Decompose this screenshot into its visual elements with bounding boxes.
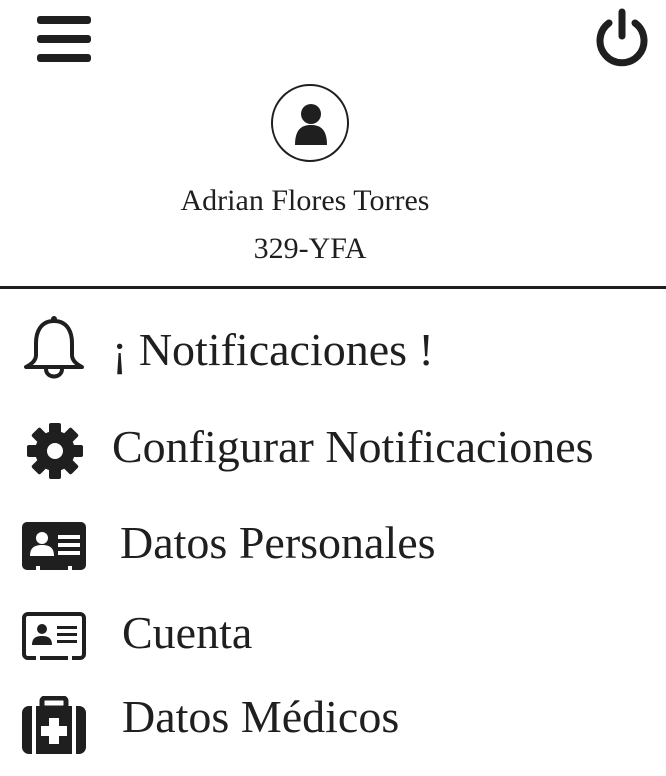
- menu-item-notificaciones[interactable]: ¡ Notificaciones !: [0, 305, 666, 385]
- menu-item-datos-personales[interactable]: Datos Personales: [0, 500, 666, 580]
- menu-item-label: Datos Personales: [120, 517, 436, 568]
- logout-button[interactable]: [592, 8, 652, 68]
- user-id: 329-YFA: [253, 232, 367, 265]
- menu-item-configurar-notificaciones[interactable]: Configurar Notificaciones: [0, 400, 666, 480]
- power-icon: [596, 8, 648, 67]
- user-icon: [295, 104, 327, 145]
- menu-item-label: Configurar Notificaciones: [112, 421, 594, 472]
- user-name: Adrian Flores Torres: [180, 184, 430, 217]
- menu-item-cuenta[interactable]: Cuenta: [0, 590, 666, 670]
- bell-icon: [22, 315, 86, 386]
- menu-item-datos-medicos[interactable]: Datos Médicos: [0, 676, 666, 756]
- gear-icon: [26, 422, 84, 485]
- divider: [0, 286, 666, 289]
- menu-item-label: Datos Médicos: [122, 691, 400, 742]
- profile-section: Adrian Flores Torres 329-YFA: [0, 84, 666, 265]
- medkit-icon: [22, 695, 88, 761]
- menu-button[interactable]: [34, 16, 94, 66]
- menu-item-label: Cuenta: [122, 607, 253, 658]
- hamburger-menu-icon: [37, 16, 91, 62]
- id-card-icon: [22, 522, 88, 577]
- id-card-outline-icon: [22, 612, 88, 667]
- avatar[interactable]: [271, 84, 349, 162]
- top-bar: [0, 0, 666, 80]
- menu-item-label: ¡ Notificaciones !: [112, 324, 434, 375]
